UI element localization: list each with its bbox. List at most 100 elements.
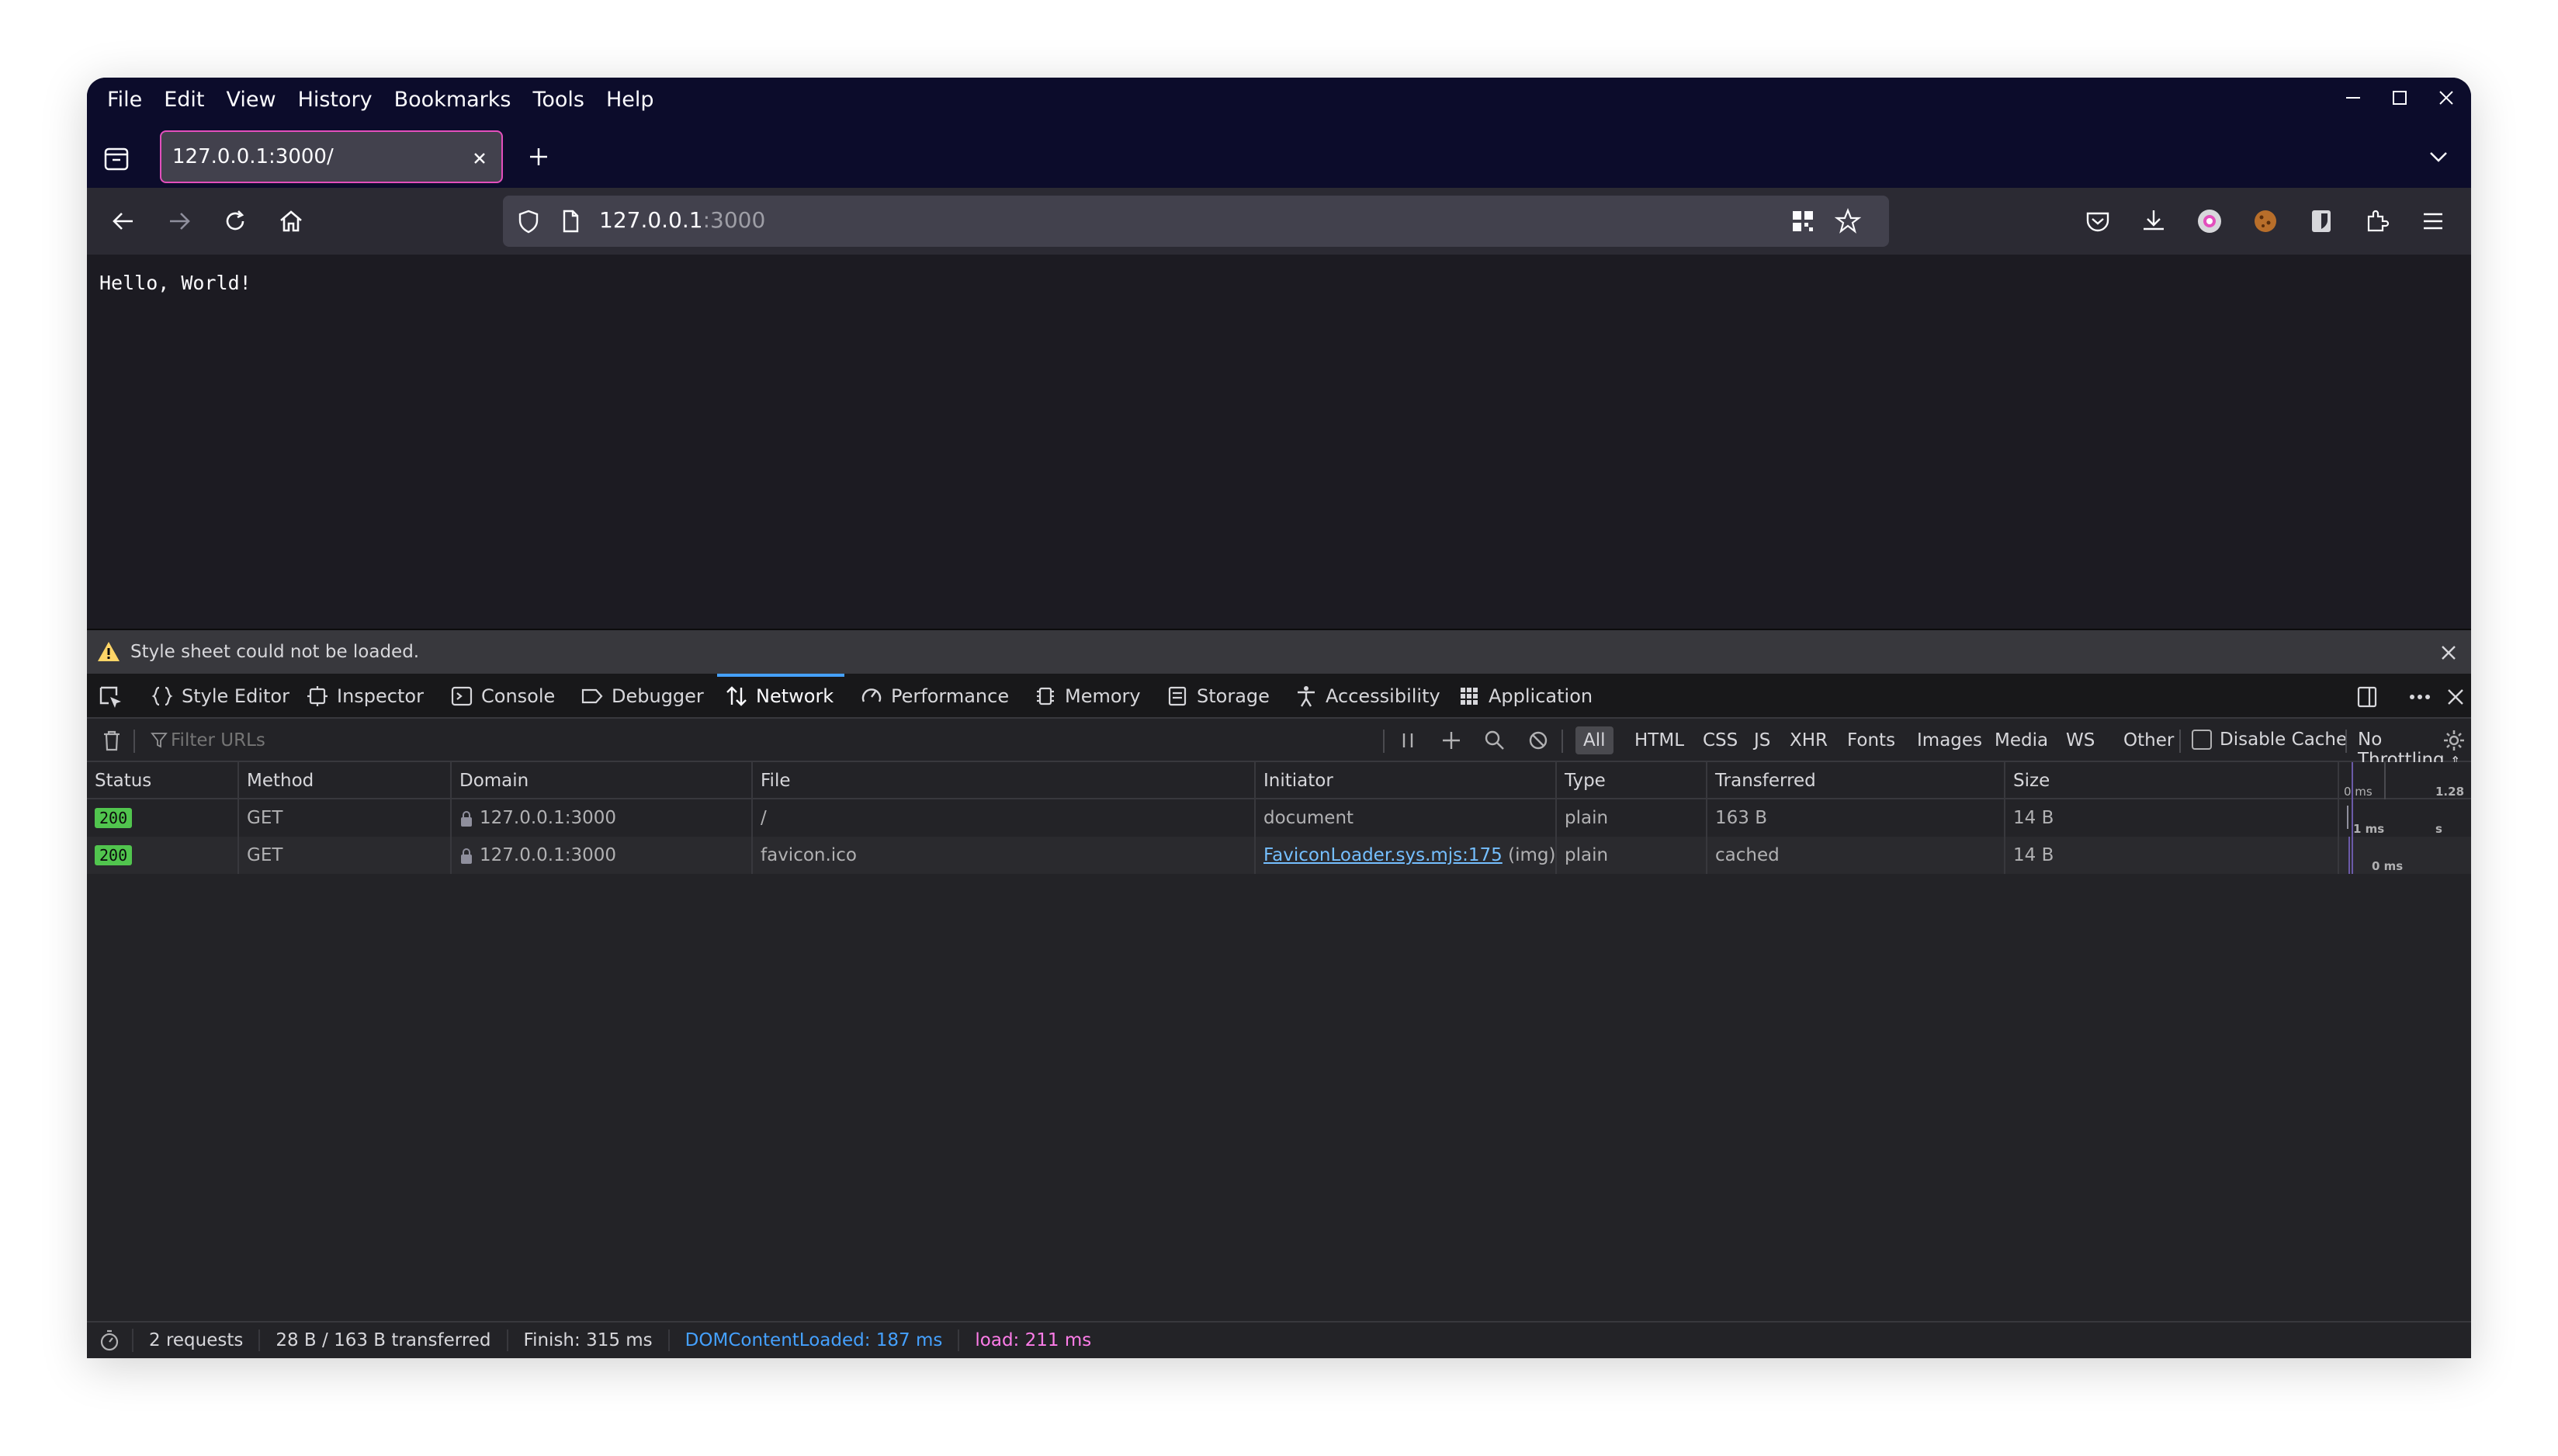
column-waterfall[interactable]: 0 ms 1.28 s bbox=[2339, 762, 2471, 836]
bookmark-star-button[interactable] bbox=[1835, 208, 1861, 234]
timing-bar bbox=[2348, 837, 2350, 874]
filter-fonts[interactable]: Fonts bbox=[1839, 726, 1903, 754]
menu-view[interactable]: View bbox=[215, 78, 286, 123]
tab-network[interactable]: Network bbox=[716, 674, 845, 719]
puzzle-piece-icon bbox=[2367, 210, 2390, 232]
filter-js[interactable]: JS bbox=[1746, 726, 1778, 754]
url-bar[interactable]: 127.0.0.1:3000 bbox=[503, 196, 1889, 247]
block-requests-button[interactable] bbox=[1526, 728, 1551, 753]
transferred-summary: 28 B / 163 B transferred bbox=[260, 1329, 508, 1351]
reload-button[interactable] bbox=[219, 205, 251, 237]
filter-css[interactable]: CSS bbox=[1695, 726, 1745, 754]
file-cell: / bbox=[753, 799, 1256, 837]
account-button[interactable] bbox=[2193, 205, 2226, 237]
dcl-marker-line bbox=[2352, 762, 2353, 874]
checkbox[interactable] bbox=[2192, 730, 2212, 750]
notification-close-button[interactable] bbox=[2437, 641, 2460, 664]
filter-other[interactable]: Other bbox=[2116, 726, 2182, 754]
table-row[interactable]: 200 GET 127.0.0.1:3000 favicon.ico Favic… bbox=[87, 837, 2471, 874]
menu-bookmarks[interactable]: Bookmarks bbox=[383, 78, 522, 123]
back-button[interactable] bbox=[107, 205, 140, 237]
waterfall-cell: 0 ms bbox=[2339, 837, 2471, 874]
column-type[interactable]: Type bbox=[1557, 762, 1707, 799]
tab-accessibility[interactable]: Accessibility bbox=[1295, 674, 1440, 719]
filter-html[interactable]: HTML bbox=[1627, 726, 1692, 754]
devtools-close-button[interactable] bbox=[2443, 685, 2468, 709]
tracking-protection-button[interactable] bbox=[515, 208, 542, 234]
tab-console[interactable]: Console bbox=[450, 674, 555, 719]
tab-style-editor[interactable]: Style Editor bbox=[151, 674, 289, 719]
size-cell: 14 B bbox=[2005, 837, 2339, 874]
network-settings-button[interactable] bbox=[2442, 728, 2466, 753]
initiator-link[interactable]: FaviconLoader.sys.mjs:175 bbox=[1263, 845, 1503, 865]
home-icon bbox=[280, 210, 302, 232]
home-button[interactable] bbox=[275, 205, 307, 237]
column-size[interactable]: Size bbox=[2005, 762, 2339, 799]
plus-icon bbox=[530, 148, 547, 165]
menu-edit[interactable]: Edit bbox=[153, 78, 215, 123]
tab-label: Console bbox=[481, 685, 556, 707]
filter-all[interactable]: All bbox=[1575, 726, 1613, 754]
firefox-view-button[interactable] bbox=[101, 143, 132, 174]
performance-analysis-button[interactable] bbox=[87, 1329, 133, 1352]
extensions-button[interactable] bbox=[2361, 205, 2393, 237]
menu-help[interactable]: Help bbox=[595, 78, 665, 123]
downloads-button[interactable] bbox=[2137, 205, 2170, 237]
disable-cache-checkbox[interactable]: Disable Cache bbox=[2192, 730, 2347, 750]
divider bbox=[133, 730, 135, 753]
filter-images[interactable]: Images bbox=[1909, 726, 1990, 754]
tab-storage[interactable]: Storage bbox=[1166, 674, 1270, 719]
site-info-button[interactable] bbox=[557, 208, 584, 234]
column-file[interactable]: File bbox=[753, 762, 1256, 799]
close-window-button[interactable] bbox=[2434, 85, 2459, 110]
dock-toggle-button[interactable] bbox=[2355, 685, 2379, 709]
filter-media[interactable]: Media bbox=[1987, 726, 2056, 754]
devtools-options-button[interactable] bbox=[2407, 685, 2432, 709]
pause-button[interactable] bbox=[1395, 728, 1420, 753]
new-request-button[interactable] bbox=[1439, 728, 1464, 753]
element-picker-button[interactable] bbox=[98, 685, 123, 709]
tab-debugger[interactable]: Debugger bbox=[581, 674, 704, 719]
filter-urls-input[interactable] bbox=[146, 725, 1310, 756]
domain-cell: 127.0.0.1:3000 bbox=[452, 799, 753, 837]
filter-xhr[interactable]: XHR bbox=[1782, 726, 1835, 754]
app-menu-button[interactable] bbox=[2417, 205, 2449, 237]
maximize-button[interactable] bbox=[2387, 85, 2412, 110]
tab-close-button[interactable] bbox=[469, 147, 490, 169]
initiator-extra: (img) bbox=[1508, 845, 1556, 865]
tab-performance[interactable]: Performance bbox=[860, 674, 1009, 719]
tab-label: Memory bbox=[1065, 685, 1141, 707]
menu-history[interactable]: History bbox=[287, 78, 383, 123]
forward-arrow-icon bbox=[170, 213, 190, 230]
column-initiator[interactable]: Initiator bbox=[1256, 762, 1557, 799]
pause-icon bbox=[1402, 733, 1413, 747]
url-text[interactable]: 127.0.0.1:3000 bbox=[599, 207, 765, 233]
minimize-button[interactable] bbox=[2341, 85, 2366, 110]
menu-file[interactable]: File bbox=[96, 78, 153, 123]
new-tab-button[interactable] bbox=[523, 141, 554, 172]
column-transferred[interactable]: Transferred bbox=[1707, 762, 2005, 799]
network-toolbar: All HTML CSS JS XHR Fonts Images Media W… bbox=[87, 719, 2471, 770]
filter-ws[interactable]: WS bbox=[2058, 726, 2102, 754]
tab-memory[interactable]: Memory bbox=[1034, 674, 1141, 719]
tab-application[interactable]: Application bbox=[1458, 674, 1593, 719]
storage-icon bbox=[1168, 686, 1187, 706]
tab-inspector[interactable]: Inspector bbox=[306, 674, 424, 719]
list-all-tabs-button[interactable] bbox=[2423, 141, 2454, 172]
extension-cookie-button[interactable] bbox=[2249, 205, 2282, 237]
debugger-icon bbox=[581, 688, 603, 704]
pocket-button[interactable] bbox=[2081, 205, 2114, 237]
notification-text: Style sheet could not be loaded. bbox=[130, 642, 420, 662]
browser-tab[interactable]: 127.0.0.1:3000/ bbox=[160, 130, 503, 183]
column-status[interactable]: Status bbox=[87, 762, 239, 799]
column-method[interactable]: Method bbox=[239, 762, 452, 799]
qr-code-button[interactable] bbox=[1790, 208, 1816, 234]
extension-bitwarden-button[interactable] bbox=[2305, 205, 2338, 237]
network-status-bar: 2 requests 28 B / 163 B transferred Fini… bbox=[87, 1321, 2471, 1358]
menu-tools[interactable]: Tools bbox=[522, 78, 595, 123]
table-row[interactable]: 200 GET 127.0.0.1:3000 / document plain … bbox=[87, 799, 2471, 837]
clear-requests-button[interactable] bbox=[99, 728, 124, 753]
search-button[interactable] bbox=[1482, 728, 1507, 753]
column-domain[interactable]: Domain bbox=[452, 762, 753, 799]
forward-button[interactable] bbox=[163, 205, 196, 237]
